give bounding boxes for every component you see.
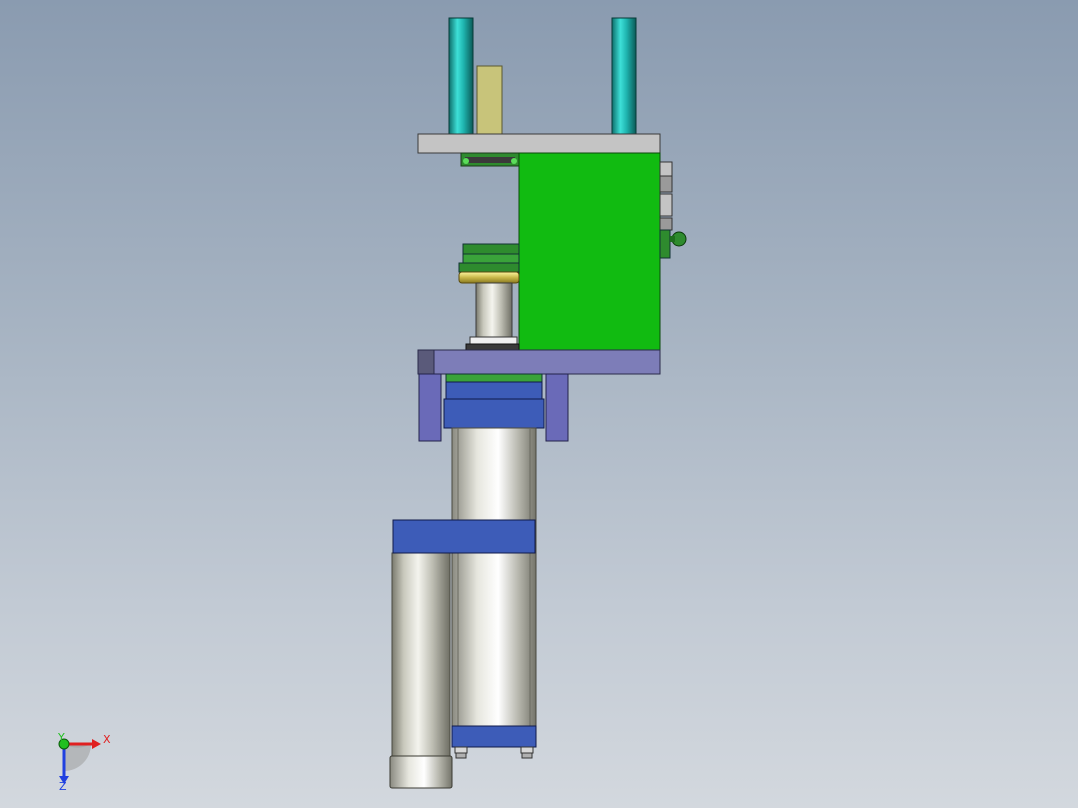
z-axis-label: Z [59, 780, 67, 793]
cylinder-bottom-cap [451, 725, 537, 748]
main-cylinder-barrel [451, 427, 537, 727]
cylinder-adapter-top [445, 381, 543, 400]
cylinder-top-cap [443, 398, 545, 429]
side-fitting-3 [659, 193, 673, 217]
top-rail-bolt-left [463, 158, 469, 164]
base-plate-end [417, 349, 435, 375]
foot-nut-left-b [455, 752, 467, 759]
x-axis-label: X [103, 733, 111, 746]
cylinder-adapter-green [445, 373, 543, 383]
press-machine-model[interactable]: X Y Z [0, 0, 1078, 808]
die-plate-lower [458, 262, 520, 273]
middle-blue-collar [392, 519, 536, 554]
booster-bottom-cap [389, 755, 453, 789]
side-fitting-2 [659, 175, 673, 193]
air-fitting-stem [670, 236, 675, 242]
foot-nut-left [454, 746, 468, 754]
top-rail-slot [465, 157, 515, 163]
view-orientation-triad[interactable]: X Y Z [57, 731, 111, 793]
side-fitting-5 [659, 229, 671, 259]
top-plate [417, 133, 661, 154]
top-rail-bolt-right [511, 158, 517, 164]
foot-nut-right [520, 746, 534, 754]
punch-base [465, 343, 520, 351]
side-fitting-4 [659, 217, 673, 231]
x-arrow-icon [92, 739, 101, 749]
booster-cylinder-barrel [391, 552, 451, 757]
top-khaki-block [476, 65, 503, 135]
cad-viewport[interactable]: X Y Z [0, 0, 1078, 808]
main-green-body[interactable] [518, 152, 661, 351]
guide-post-right [611, 17, 637, 135]
leg-left [418, 373, 442, 442]
die-plate-mid [462, 253, 520, 264]
punch-tip [469, 336, 518, 345]
punch-rod [475, 282, 513, 338]
brass-collar [458, 271, 520, 284]
y-axis-label: Y [57, 731, 65, 744]
triad-quadrant [64, 744, 91, 771]
side-fitting-1 [659, 161, 673, 177]
guide-post-left [448, 17, 474, 135]
base-plate [417, 349, 661, 375]
foot-nut-right-b [521, 752, 533, 759]
die-plate-upper [462, 243, 520, 255]
leg-right [545, 373, 569, 442]
